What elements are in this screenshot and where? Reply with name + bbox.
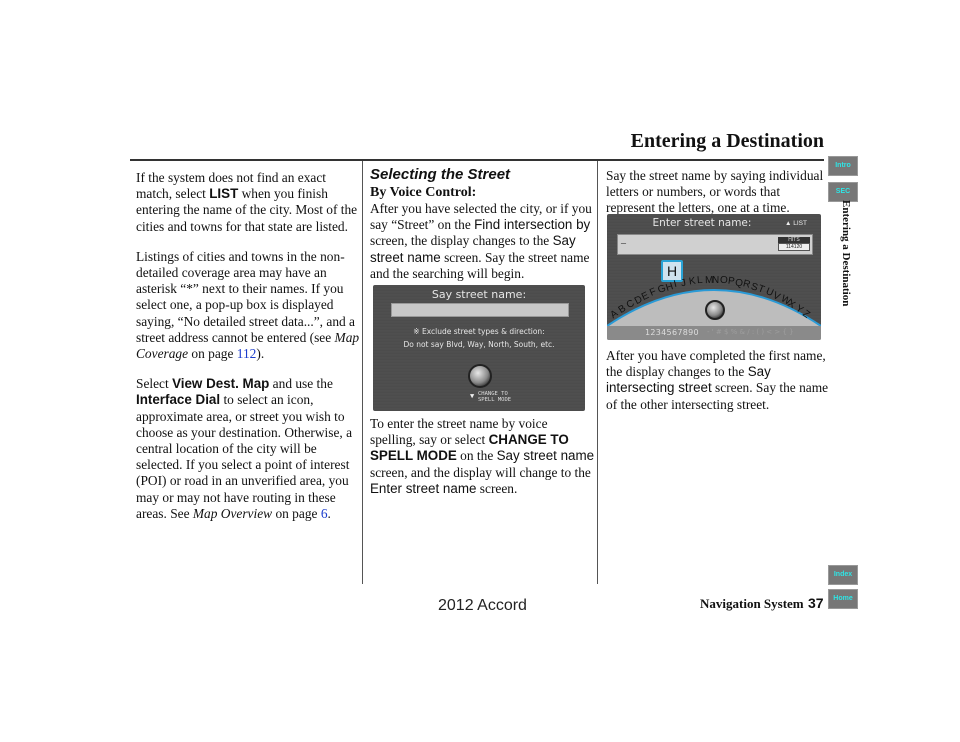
paragraph: Say the street name by saying individual… [606, 168, 824, 216]
sec-button[interactable]: SEC [828, 182, 858, 202]
watermark: 2012 Accord [438, 597, 527, 614]
title-divider [130, 159, 824, 161]
change-to-spell-mode-button[interactable]: ▼ CHANGE TO SPELL MODE [470, 391, 511, 403]
column-divider [362, 161, 363, 584]
column-3-lower: After you have completed the first name,… [606, 348, 831, 427]
street-name-input[interactable] [391, 303, 569, 317]
letter-key[interactable]: L [696, 275, 702, 286]
page-link-112[interactable]: 112 [237, 346, 257, 361]
screen-note: ※ Exclude street types & direction: [413, 327, 545, 336]
paragraph: Listings of cities and towns in the non-… [136, 248, 360, 362]
list-term: LIST [209, 186, 239, 202]
home-button[interactable]: Home [828, 589, 858, 609]
enter-street-name-screenshot: Enter street name: ▲ LIST – HITS 114120 … [607, 214, 821, 340]
paragraph: Select View Dest. Map and use the Interf… [136, 376, 353, 521]
column-2-lower: To enter the street name by voice spelli… [370, 416, 595, 511]
interface-dial-icon [705, 300, 725, 320]
paragraph: If the system does not find an exact mat… [136, 170, 358, 234]
interface-dial-term: Interface Dial [136, 392, 221, 408]
page-title: Entering a Destination [630, 130, 824, 152]
page-number: 37 [808, 595, 824, 611]
section-heading: Selecting the Street [370, 166, 511, 183]
intro-button[interactable]: Intro [828, 156, 858, 176]
paragraph: After you have completed the first name,… [606, 348, 829, 412]
screen-note: Do not say Blvd, Way, North, South, etc. [403, 340, 555, 349]
letter-key[interactable]: K [688, 276, 696, 288]
column-divider [597, 161, 598, 584]
page-link-6[interactable]: 6 [321, 506, 328, 521]
paragraph: After you have selected the city, or if … [370, 201, 592, 281]
view-dest-map-term: View Dest. Map [172, 376, 270, 392]
side-section-title: Entering a Destination [840, 200, 852, 307]
down-arrow-icon: ▼ [470, 392, 475, 400]
column-1: If the system does not find an exact mat… [136, 170, 361, 536]
column-2: Selecting the Street By Voice Control: A… [370, 166, 595, 296]
paragraph: To enter the street name by voice spelli… [370, 416, 595, 496]
alphabet-dial[interactable]: ABCDEFGHIJKLMNOPQRSTUVWXYZ [607, 214, 821, 340]
interface-dial-icon [468, 364, 492, 388]
map-overview-ref: Map Overview [192, 505, 273, 521]
index-button[interactable]: Index [828, 565, 858, 585]
screen-title: Say street name: [431, 288, 527, 301]
say-street-name-screenshot: Say street name: ※ Exclude street types … [373, 285, 585, 411]
subheading: By Voice Control: [370, 185, 477, 200]
footer-system-name: Navigation System [700, 596, 804, 611]
letter-key[interactable]: J [680, 277, 687, 289]
number-row: 1234567890 - ' # $ % & / : ( ) < > { } [607, 326, 821, 340]
